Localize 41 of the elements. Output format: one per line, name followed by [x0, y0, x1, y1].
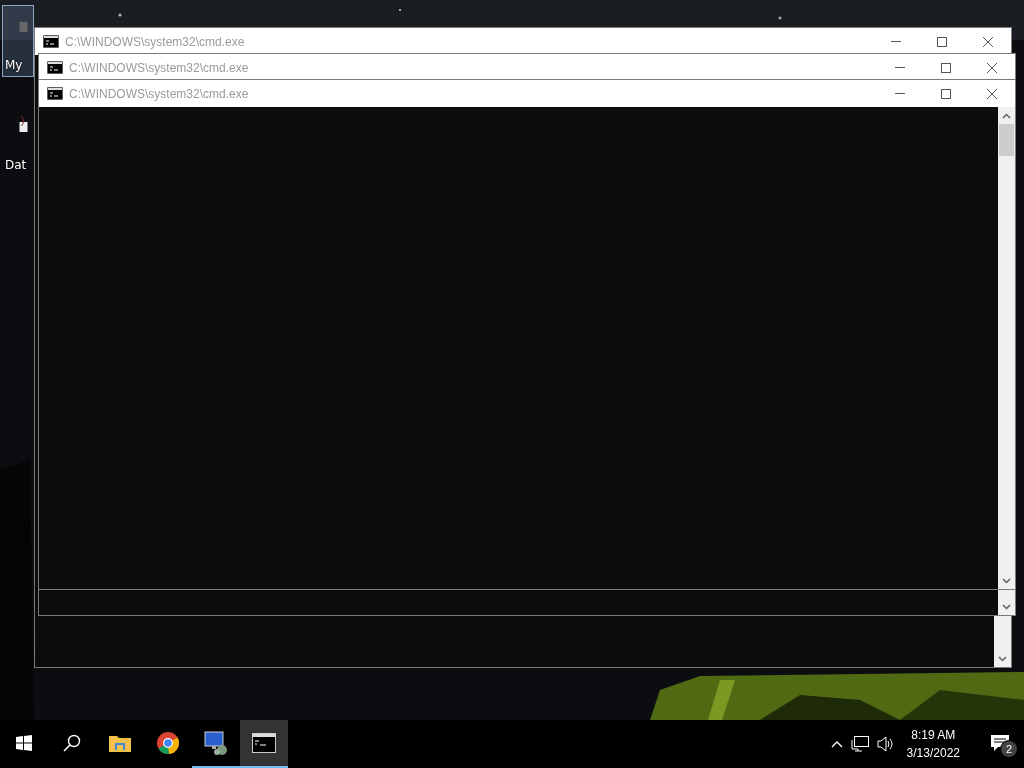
window-title: C:\WINDOWS\system32\cmd.exe: [69, 86, 250, 101]
minimize-icon: [895, 93, 905, 94]
minimize-icon: [895, 67, 905, 68]
desktop-icon[interactable]: Dat: [2, 105, 34, 177]
down-chevron-icon: [998, 655, 1007, 662]
up-chevron-icon: [1002, 112, 1011, 119]
console-icon: [47, 87, 63, 100]
terminal-icon: [252, 733, 276, 753]
scroll-thumb[interactable]: [999, 124, 1014, 156]
scrollbar[interactable]: [998, 107, 1015, 589]
search-icon: [63, 734, 81, 752]
volume-icon: [876, 736, 895, 752]
app-icon: [19, 116, 28, 132]
down-chevron-icon: [1002, 577, 1011, 584]
close-icon: [987, 88, 997, 99]
folder-icon: [109, 734, 131, 752]
console-icon: [43, 35, 59, 48]
icon-label: My: [5, 58, 23, 72]
notifications-button[interactable]: 2: [976, 720, 1024, 768]
clock[interactable]: 8:19 AM 3/13/2022: [898, 720, 968, 768]
taskbar-app[interactable]: [240, 720, 288, 768]
desktop-icon[interactable]: My: [2, 5, 34, 77]
window-title: C:\WINDOWS\system32\cmd.exe: [65, 34, 246, 49]
icon-label: Dat: [5, 158, 27, 172]
close-icon: [987, 62, 997, 73]
maximize-icon: [941, 88, 951, 99]
down-chevron-icon: [1002, 603, 1011, 610]
maximize-icon: [937, 36, 947, 47]
close-icon: [983, 36, 993, 47]
minimize-icon: [891, 41, 901, 42]
monitor-icon: [203, 730, 229, 756]
window-title: C:\WINDOWS\system32\cmd.exe: [69, 60, 250, 75]
console-icon: [47, 61, 63, 74]
notification-count: 2: [1000, 740, 1018, 758]
network-icon: [850, 736, 869, 752]
browser-icon: [156, 731, 180, 755]
scrollbar[interactable]: [998, 589, 1015, 615]
scrollbar[interactable]: [994, 615, 1011, 667]
windows-logo-icon: [16, 735, 32, 751]
chevron-up-icon: [830, 740, 843, 748]
maximize-icon: [941, 62, 951, 73]
